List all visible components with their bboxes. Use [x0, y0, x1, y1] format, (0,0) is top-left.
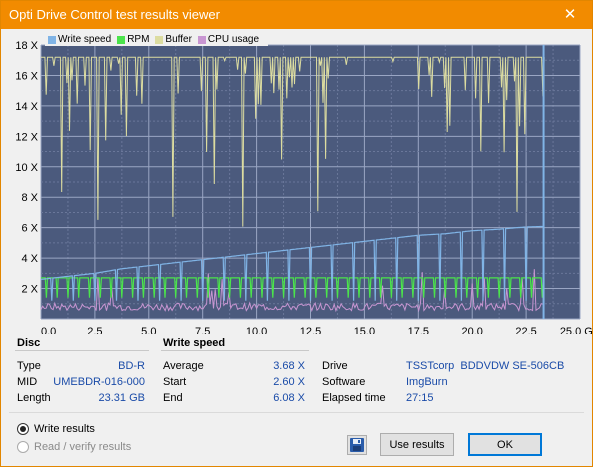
write-speed-chart: 2 X 4 X 6 X 8 X 10 X 12 X 14 X 16 X 18 X 0.0 2.5 5.… — [1, 29, 592, 334]
legend-item-rpm: RPM — [117, 34, 149, 45]
x-tick-label: 15.0 — [354, 326, 375, 334]
cpu-usage-swatch — [197, 35, 206, 44]
legend-label: RPM — [127, 34, 150, 45]
write-results-radio[interactable]: Write results — [17, 423, 95, 435]
x-tick-label: 20.0 — [461, 326, 482, 334]
drive-value: TSSTcorp BDDVDW SE-506CB — [406, 360, 565, 372]
chart-legend: Write speed RPM Buffer CPU usage — [45, 33, 269, 46]
x-tick-label: 7.5 — [195, 326, 210, 334]
start-label: Start — [163, 376, 187, 388]
write-speed-separator — [161, 350, 309, 351]
y-tick-label: 12 X — [15, 131, 38, 143]
x-tick-label: 5.0 — [141, 326, 156, 334]
y-tick-label: 8 X — [21, 192, 38, 204]
buffer-swatch — [155, 35, 164, 44]
y-tick-label: 4 X — [21, 253, 38, 265]
window-title: Opti Drive Control test results viewer — [9, 7, 220, 22]
disc-mid-label: MID — [17, 376, 38, 388]
floppy-disk-icon — [350, 438, 364, 452]
disc-length-label: Length — [17, 392, 51, 404]
title-bar: Opti Drive Control test results viewer ✕ — [1, 1, 592, 29]
legend-label: CPU usage — [207, 34, 260, 45]
read-verify-results-label: Read / verify results — [34, 441, 132, 453]
disc-section-title: Disc — [17, 337, 41, 349]
end-value: 6.08 X — [273, 392, 305, 404]
disc-type-value: BD-R — [118, 360, 145, 372]
chart-svg: 2 X 4 X 6 X 8 X 10 X 12 X 14 X 16 X 18 X 0.0 2.5 5.… — [15, 40, 592, 334]
y-tick-label: 14 X — [15, 101, 38, 113]
write-speed-swatch — [48, 35, 56, 44]
x-tick-label: 22.5 — [515, 326, 536, 334]
end-label: End — [163, 392, 183, 404]
start-value: 2.60 X — [273, 376, 305, 388]
write-results-label: Write results — [34, 423, 95, 435]
y-tick-label: 2 X — [21, 284, 38, 296]
software-label: Software — [322, 376, 366, 388]
disc-separator — [15, 350, 149, 351]
footer-separator — [9, 412, 584, 413]
x-tick-label: 2.5 — [87, 326, 102, 334]
rpm-swatch — [117, 35, 126, 44]
use-results-button[interactable]: Use results — [380, 433, 454, 456]
y-tick-label: 6 X — [21, 223, 38, 235]
disc-mid-value: UMEBDR-016-000 — [53, 376, 145, 388]
average-label: Average — [163, 360, 204, 372]
x-tick-label: 10.0 — [246, 326, 267, 334]
disc-length-value: 23.31 GB — [98, 392, 145, 404]
close-icon[interactable]: ✕ — [548, 1, 592, 29]
x-tick-label: 25.0 GB — [560, 326, 592, 334]
legend-label: Write speed — [58, 34, 112, 45]
elapsed-time-value: 27:15 — [406, 392, 434, 404]
software-value: ImgBurn — [406, 376, 448, 388]
results-viewer-window: Opti Drive Control test results viewer ✕… — [0, 0, 593, 467]
y-tick-label: 10 X — [15, 162, 38, 174]
disc-type-label: Type — [17, 360, 41, 372]
legend-item-buffer: Buffer — [155, 34, 192, 45]
y-tick-label: 18 X — [15, 40, 38, 52]
drive-label: Drive — [322, 360, 348, 372]
legend-item-cpu-usage: CPU usage — [197, 34, 260, 45]
x-tick-label: 12.5 — [300, 326, 321, 334]
radio-selected-icon — [17, 423, 29, 435]
x-tick-label: 17.5 — [408, 326, 429, 334]
y-tick-label: 16 X — [15, 70, 38, 82]
legend-label: Buffer — [165, 34, 192, 45]
write-speed-section-title: Write speed — [163, 337, 226, 349]
average-value: 3.68 X — [273, 360, 305, 372]
read-verify-results-radio[interactable]: Read / verify results — [17, 441, 131, 453]
radio-unselected-icon — [17, 441, 29, 453]
x-tick-label: 0.0 — [41, 326, 56, 334]
elapsed-time-label: Elapsed time — [322, 392, 386, 404]
ok-button[interactable]: OK — [468, 433, 542, 456]
save-button[interactable] — [347, 435, 367, 455]
legend-item-write-speed: Write speed — [48, 34, 111, 45]
